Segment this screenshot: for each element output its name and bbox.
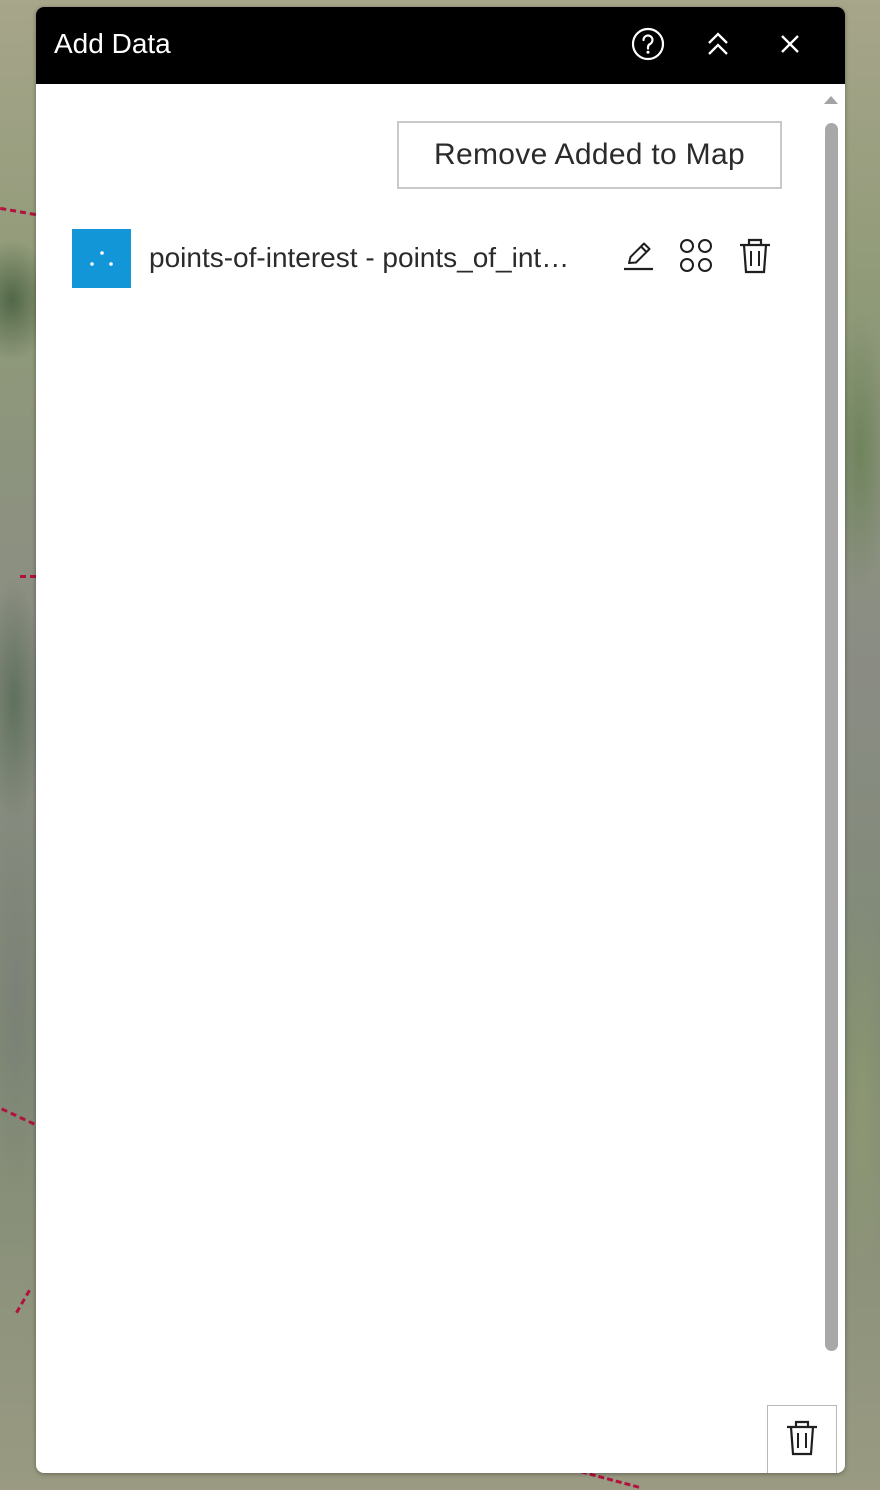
- symbology-icon: [676, 236, 716, 281]
- remove-layer-button[interactable]: [735, 238, 775, 278]
- symbology-button[interactable]: [676, 238, 716, 278]
- scrollbar[interactable]: [822, 96, 838, 1351]
- map-route-line: [580, 1470, 640, 1489]
- map-route-line: [0, 206, 36, 217]
- add-data-panel: Add Data Remove Added to Map points-of-i…: [36, 7, 845, 1473]
- panel-body[interactable]: Remove Added to Map points-of-interest -…: [36, 84, 845, 1473]
- map-route-line: [15, 1289, 31, 1314]
- panel-header: Add Data: [36, 7, 845, 84]
- edit-layer-button[interactable]: [618, 238, 658, 278]
- help-circle-icon: [631, 27, 665, 66]
- panel-title: Add Data: [54, 28, 171, 59]
- help-button[interactable]: [628, 26, 668, 66]
- close-icon: [778, 32, 802, 61]
- trash-icon: [737, 236, 773, 281]
- scrollbar-thumb[interactable]: [825, 123, 838, 1351]
- map-route-line: [1, 1107, 35, 1126]
- map-route-line: [20, 575, 36, 578]
- collapse-button[interactable]: [698, 26, 738, 66]
- layer-list-item[interactable]: points-of-interest - points_of_int…: [72, 229, 782, 289]
- remove-added-to-map-button[interactable]: Remove Added to Map: [397, 121, 782, 189]
- trash-icon: [784, 1418, 820, 1463]
- scroll-up-arrow-icon[interactable]: [824, 96, 838, 104]
- close-button[interactable]: [770, 26, 810, 66]
- edit-icon: [620, 238, 656, 279]
- remove-all-button[interactable]: [767, 1405, 837, 1473]
- chevrons-up-icon: [704, 29, 732, 64]
- point-layer-icon: [72, 229, 131, 288]
- layer-name: points-of-interest - points_of_int…: [149, 242, 570, 273]
